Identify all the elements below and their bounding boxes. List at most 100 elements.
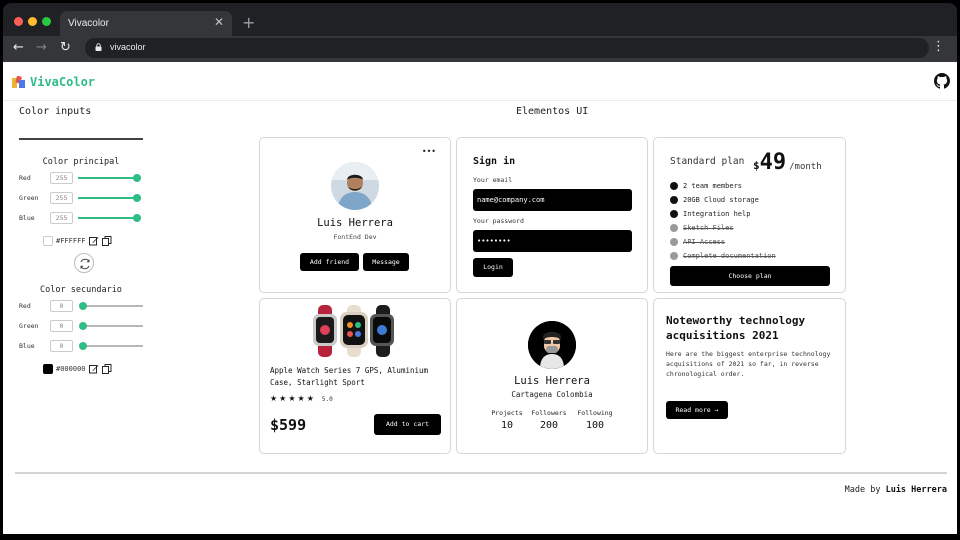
slider-track[interactable] — [82, 305, 143, 307]
stat-value: 200 — [539, 420, 559, 431]
stat-label: Followers — [531, 409, 567, 417]
sign-in-title: Sign in — [473, 156, 516, 167]
browser-menu-icon[interactable]: ⋮ — [932, 39, 945, 54]
slider-thumb[interactable] — [133, 174, 141, 182]
reload-icon[interactable]: ↻ — [60, 40, 71, 55]
password-field[interactable]: •••••••• — [473, 230, 632, 252]
browser-window: Vivacolor ✕ + ← → ↻ vivacolor ⋮ VivaColo… — [0, 0, 960, 540]
new-tab-icon[interactable]: + — [242, 13, 255, 32]
profile-photo — [331, 162, 379, 210]
plan-name: Standard plan — [670, 156, 745, 167]
slider-thumb[interactable] — [79, 342, 87, 350]
check-icon — [670, 196, 678, 204]
ui-elements-title: Elementos UI — [516, 106, 589, 117]
close-window-button[interactable] — [14, 17, 23, 26]
channel-label: Blue — [19, 214, 35, 222]
slider-track[interactable] — [82, 345, 143, 347]
plan-feature-disabled: API Access — [670, 238, 725, 246]
channel-label: Red — [19, 302, 31, 310]
tab-strip: Vivacolor ✕ + — [3, 3, 957, 39]
slider-fill — [78, 177, 136, 179]
page: VivaColor Color inputs Elementos UI Colo… — [3, 62, 957, 534]
login-button[interactable]: Login — [473, 258, 513, 277]
stat-following: Following 100 — [574, 409, 616, 431]
read-more-button[interactable]: Read more → — [666, 401, 728, 419]
message-button[interactable]: Message — [363, 253, 409, 271]
product-price: $599 — [270, 416, 307, 434]
browser-toolbar: ← → ↻ vivacolor ⋮ — [3, 36, 957, 62]
minimize-window-button[interactable] — [28, 17, 37, 26]
stat-label: Projects — [491, 409, 523, 417]
header-divider — [3, 100, 957, 101]
swap-icon — [80, 258, 90, 270]
primary-hex-row: #FFFFFF — [43, 236, 112, 246]
secondary-color-swatch[interactable] — [43, 364, 53, 374]
product-title[interactable]: Apple Watch Series 7 GPS, Aluminium Case… — [270, 365, 442, 389]
secondary-hex-row: #000000 — [43, 364, 112, 374]
email-label: Your email — [473, 176, 513, 184]
primary-blue-slider: Blue 255 — [19, 212, 143, 224]
back-arrow-icon[interactable]: ← — [13, 40, 24, 55]
rating-stars: ★ ★ ★ ★ ★ 5.0 — [270, 395, 333, 403]
copy-icon[interactable] — [101, 236, 112, 246]
edit-icon[interactable] — [88, 364, 99, 374]
address-bar[interactable]: vivacolor — [85, 38, 929, 58]
close-icon[interactable]: ✕ — [214, 15, 224, 29]
price-period: /month — [789, 162, 822, 172]
swap-colors-button[interactable] — [74, 253, 94, 273]
avatar — [528, 321, 576, 369]
feature-text: 2 team members — [683, 182, 743, 190]
footer-credit: Made by Luis Herrera — [845, 485, 947, 495]
blue-value-input[interactable]: 0 — [50, 340, 73, 352]
slider-thumb[interactable] — [79, 322, 87, 330]
email-field[interactable]: name@company.com — [473, 189, 632, 211]
star-icon: ★ — [288, 394, 296, 403]
tab-vivacolor[interactable]: Vivacolor ✕ — [60, 11, 232, 39]
plan-feature: 2 team members — [670, 182, 742, 190]
github-icon[interactable] — [934, 73, 950, 89]
article-body: Here are the biggest enterprise technolo… — [666, 350, 831, 378]
avatar — [331, 162, 379, 210]
channel-label: Green — [19, 194, 39, 202]
profile-card: ••• Luis Herrera FontEnd Dev Add friend … — [259, 137, 451, 293]
profile-role: FontEnd Dev — [333, 233, 377, 241]
primary-color-heading: Color principal — [42, 157, 120, 167]
star-icon: ★ — [306, 394, 314, 403]
stats-location: Cartagena Colombia — [511, 390, 593, 399]
slider-fill — [78, 197, 136, 199]
choose-plan-button[interactable]: Choose plan — [670, 266, 830, 286]
check-icon — [670, 252, 678, 260]
slider-track[interactable] — [82, 325, 143, 327]
brand-logo[interactable]: VivaColor — [12, 75, 95, 89]
footer-author[interactable]: Luis Herrera — [886, 485, 947, 495]
copy-icon[interactable] — [101, 364, 112, 374]
red-value-input[interactable]: 255 — [50, 172, 73, 184]
red-value-input[interactable]: 0 — [50, 300, 73, 312]
slider-thumb[interactable] — [133, 194, 141, 202]
tab-title: Vivacolor — [68, 18, 109, 29]
slider-thumb[interactable] — [133, 214, 141, 222]
brand-name: VivaColor — [30, 75, 96, 89]
primary-color-swatch[interactable] — [43, 236, 53, 246]
add-friend-button[interactable]: Add friend — [300, 253, 359, 271]
more-options-icon[interactable]: ••• — [422, 147, 436, 156]
slider-thumb[interactable] — [79, 302, 87, 310]
blue-value-input[interactable]: 255 — [50, 212, 73, 224]
feature-text: API Access — [683, 238, 726, 246]
check-icon — [670, 224, 678, 232]
sidebar-divider — [19, 138, 143, 140]
feature-text: 20GB Cloud storage — [683, 196, 759, 204]
product-image — [313, 305, 394, 357]
check-icon — [670, 210, 678, 218]
plan-feature: Integration help — [670, 210, 750, 218]
plan-feature-disabled: Complete documentation — [670, 252, 776, 260]
green-value-input[interactable]: 255 — [50, 192, 73, 204]
lock-icon — [95, 43, 102, 51]
edit-icon[interactable] — [88, 236, 99, 246]
star-icon: ★ — [297, 394, 305, 403]
maximize-window-button[interactable] — [42, 17, 51, 26]
forward-arrow-icon[interactable]: → — [36, 40, 47, 55]
add-to-cart-button[interactable]: Add to cart — [374, 414, 441, 435]
feature-text: Complete documentation — [683, 252, 776, 260]
green-value-input[interactable]: 0 — [50, 320, 73, 332]
